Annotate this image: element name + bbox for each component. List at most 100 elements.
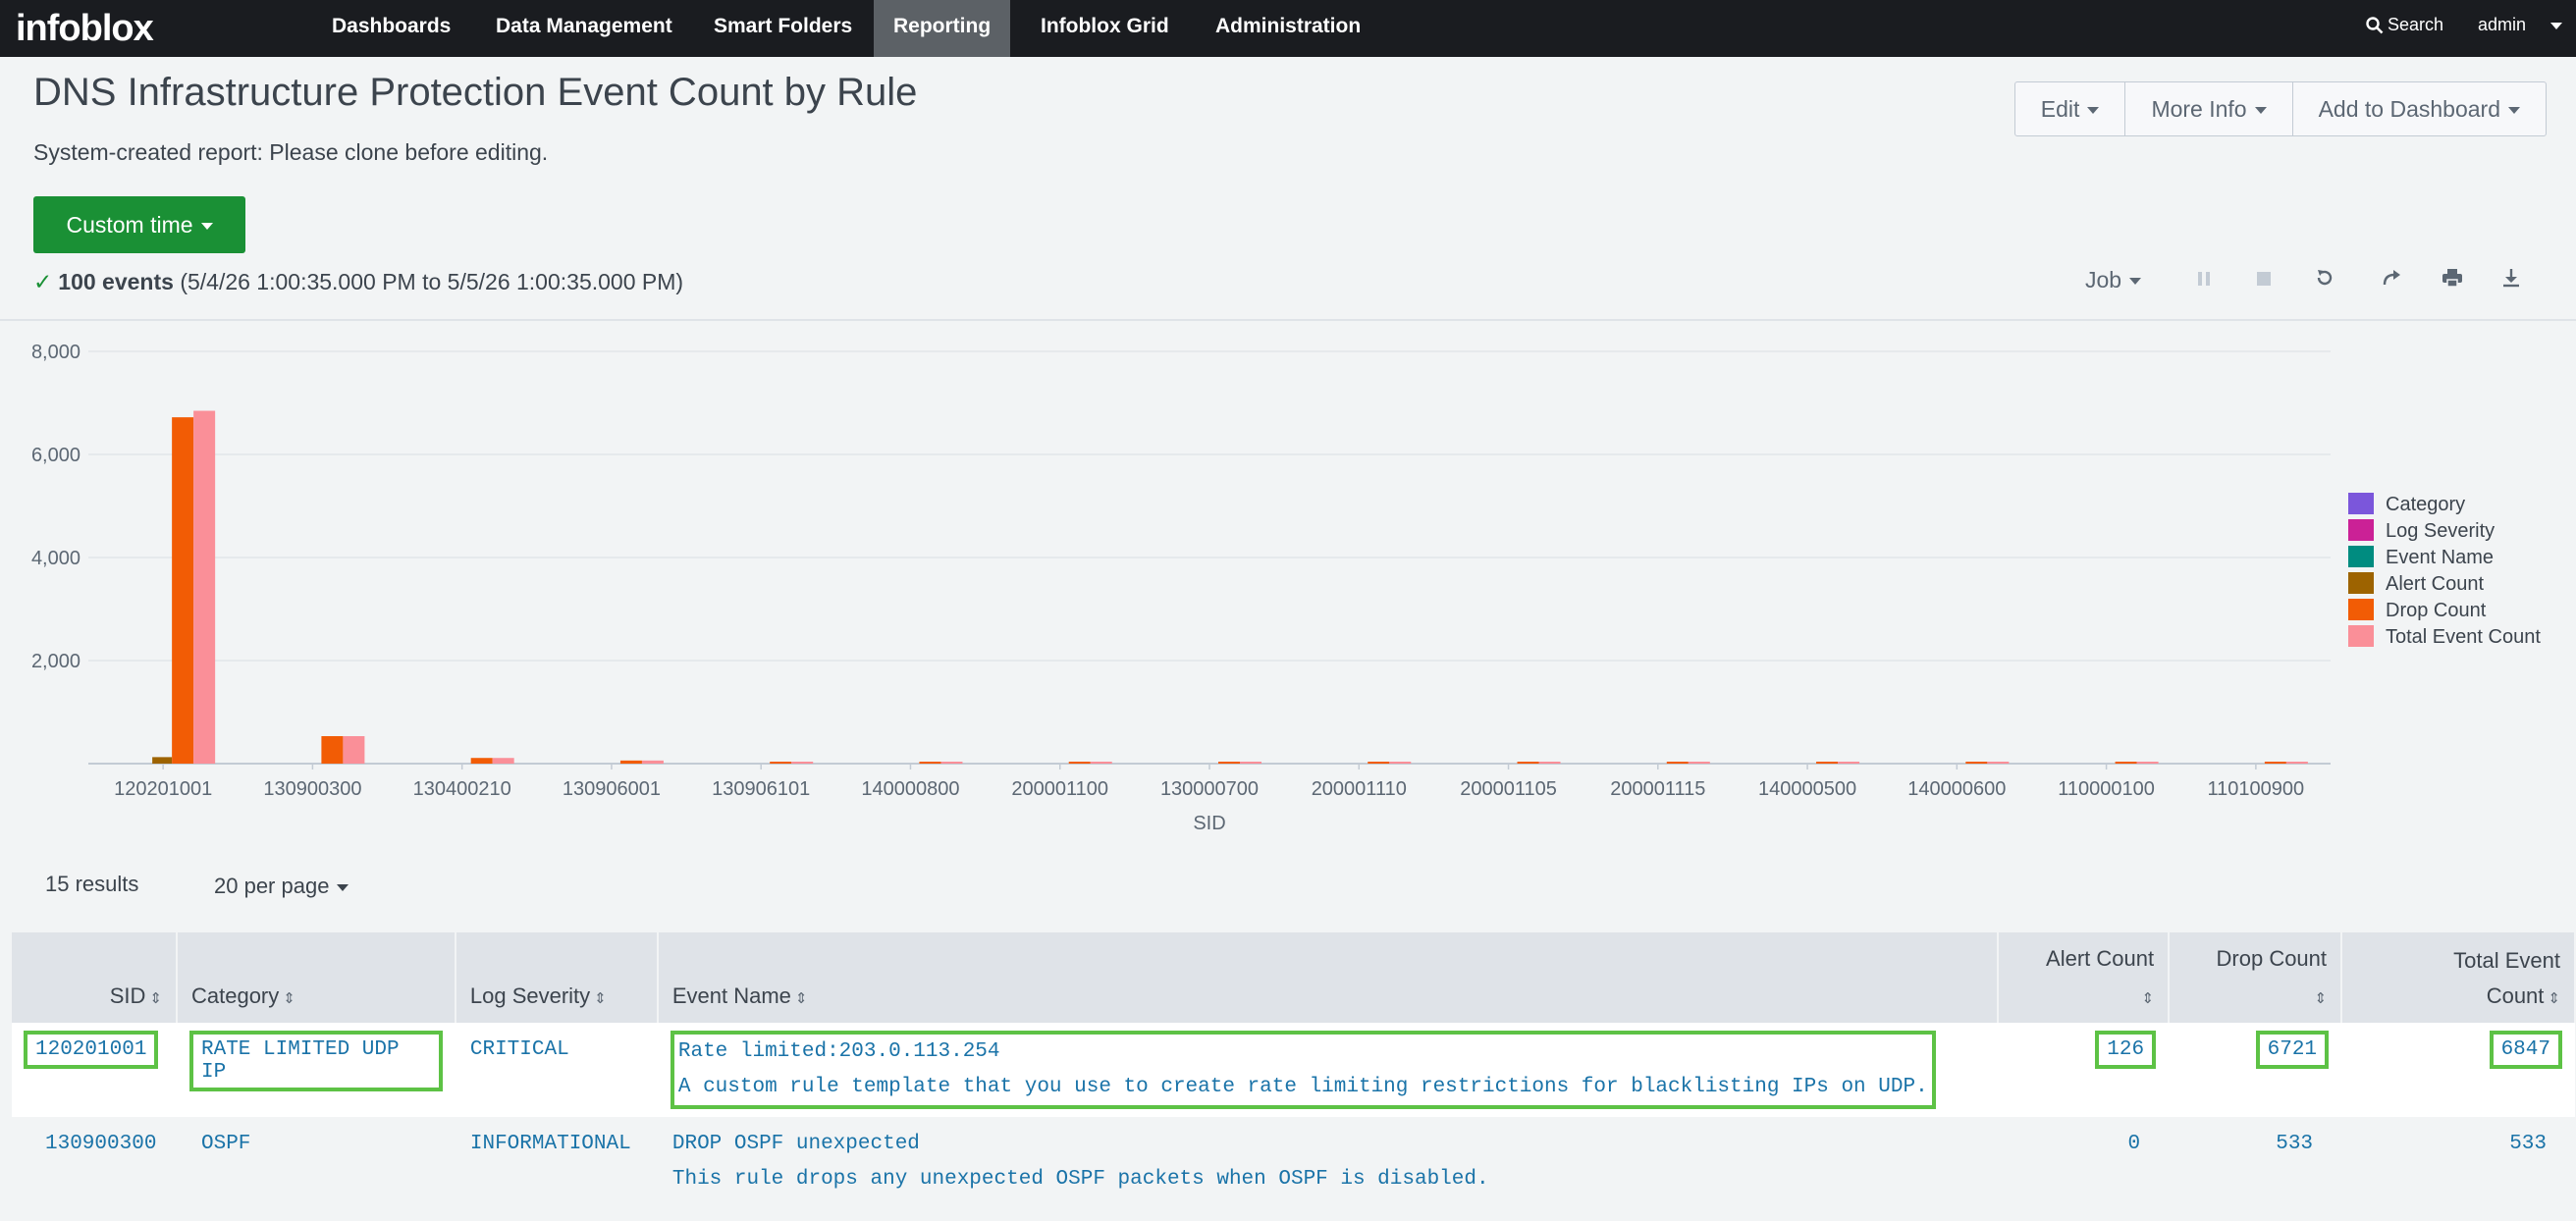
bar-drop-count [1068, 762, 1091, 764]
x-tick-label: 110100900 [2208, 778, 2305, 800]
cell-sid[interactable]: 130900300 [12, 1117, 177, 1207]
x-tick-label: 200001115 [1610, 778, 1705, 800]
event-name-box[interactable]: Rate limited:203.0.113.254 A custom rule … [670, 1031, 1936, 1109]
category-value[interactable]: RATE LIMITED UDP IP [188, 1031, 443, 1091]
cell-event-name[interactable]: DROP OSPF unexpected This rule drops any … [657, 1117, 1999, 1207]
x-tick-label: 200001100 [1011, 778, 1108, 800]
total-value[interactable]: 533 [2509, 1133, 2547, 1155]
nav-dashboards[interactable]: Dashboards [312, 0, 470, 57]
header-sid[interactable]: SID ⇕ [12, 932, 178, 1023]
header-alert-count[interactable]: Alert Count ⇕ [1998, 932, 2171, 1023]
bar-drop-count [172, 417, 194, 764]
cell-sid[interactable]: 120201001 [12, 1023, 177, 1117]
header-drop-count[interactable]: Drop Count ⇕ [2169, 932, 2343, 1023]
cell-log-severity[interactable]: INFORMATIONAL [455, 1117, 658, 1207]
bar-drop-count [1218, 762, 1240, 764]
legend-label: Total Event Count [2386, 626, 2541, 648]
sort-icon: ⇕ [794, 990, 808, 1007]
export-icon[interactable] [2496, 267, 2526, 294]
infoblox-logo[interactable]: infoblox [16, 8, 154, 50]
bar-total-event-count [1240, 762, 1261, 764]
sid-value[interactable]: 130900300 [45, 1133, 156, 1155]
log-severity-value[interactable]: INFORMATIONAL [470, 1133, 631, 1155]
user-name: admin [2478, 15, 2527, 34]
bar-drop-count [619, 760, 642, 764]
sid-value[interactable]: 120201001 [23, 1031, 159, 1069]
legend-swatch [2348, 599, 2374, 620]
table-row: 130900300 OSPF INFORMATIONAL DROP OSPF u… [12, 1117, 2575, 1207]
legend-swatch [2348, 519, 2374, 541]
cell-category[interactable]: RATE LIMITED UDP IP [176, 1023, 456, 1117]
header-log-severity[interactable]: Log Severity ⇕ [455, 932, 659, 1023]
event-name-value[interactable]: DROP OSPF unexpected [672, 1127, 1983, 1162]
refresh-icon[interactable] [2310, 267, 2339, 294]
header-category[interactable]: Category ⇕ [176, 932, 456, 1023]
stop-icon[interactable] [2249, 267, 2279, 294]
edit-button[interactable]: Edit [2015, 82, 2126, 135]
per-page-select[interactable]: 20 per page [214, 874, 349, 899]
share-icon[interactable] [2377, 267, 2406, 294]
legend-label: Event Name [2386, 547, 2494, 568]
cell-drop-count[interactable]: 6721 [2169, 1023, 2342, 1117]
alert-count-value[interactable]: 0 [2127, 1133, 2140, 1155]
event-name-value: Rate limited:203.0.113.254 [677, 1040, 1000, 1063]
bar-total-event-count [641, 760, 664, 764]
job-label: Job [2085, 267, 2122, 292]
nav-data-management[interactable]: Data Management [476, 0, 692, 57]
cell-alert-count[interactable]: 0 [1998, 1117, 2170, 1207]
bar-drop-count [1368, 762, 1390, 764]
print-icon[interactable] [2438, 267, 2467, 294]
header-log-severity-label: Log Severity [469, 983, 591, 1008]
results-table: SID ⇕ Category ⇕ Log Severity ⇕ Event Name ⇕… [12, 932, 2576, 1207]
sort-icon: ⇕ [2141, 990, 2155, 1007]
alert-count-value[interactable]: 126 [2095, 1031, 2157, 1069]
x-tick-label: 200001105 [1460, 778, 1557, 800]
more-info-button[interactable]: More Info [2125, 82, 2293, 135]
header-event-name-label: Event Name [671, 983, 791, 1008]
sort-icon: ⇕ [149, 990, 162, 1007]
nav-infoblox-grid[interactable]: Infoblox Grid [1021, 0, 1189, 57]
cell-event-name[interactable]: Rate limited:203.0.113.254 A custom rule … [657, 1023, 1999, 1117]
bar-drop-count [470, 758, 493, 764]
search-link[interactable]: Search [2366, 0, 2443, 57]
drop-count-value[interactable]: 533 [2276, 1133, 2313, 1155]
bar-drop-count [1965, 762, 1988, 764]
bar-total-event-count [193, 410, 216, 764]
log-severity-value[interactable]: CRITICAL [470, 1038, 569, 1061]
events-count[interactable]: 100 events [58, 269, 174, 294]
table-header-row: SID ⇕ Category ⇕ Log Severity ⇕ Event Name ⇕… [12, 932, 2576, 1023]
nav-reporting[interactable]: Reporting [874, 0, 1011, 57]
bar-total-event-count [1688, 762, 1710, 764]
chevron-down-icon [337, 883, 349, 891]
job-menu[interactable]: Job [2085, 267, 2142, 293]
x-tick-label: 140000500 [1758, 778, 1856, 800]
report-actions: Edit More Info Add to Dashboard [2013, 81, 2547, 136]
bar-total-event-count [791, 762, 814, 764]
category-value[interactable]: OSPF [201, 1133, 250, 1155]
total-value[interactable]: 6847 [2489, 1031, 2563, 1069]
top-nav: infoblox Dashboards Data Management Smar… [0, 0, 2576, 57]
user-menu[interactable]: admin [2478, 0, 2563, 57]
page-title: DNS Infrastructure Protection Event Coun… [33, 71, 918, 114]
bar-drop-count [919, 762, 941, 764]
cell-total[interactable]: 533 [2341, 1117, 2575, 1207]
header-total-event-count[interactable]: Total Event Count ⇕ [2341, 932, 2576, 1023]
bar-total-event-count [343, 736, 365, 764]
cell-alert-count[interactable]: 126 [1998, 1023, 2170, 1117]
sort-icon: ⇕ [2548, 990, 2560, 1007]
drop-count-value[interactable]: 6721 [2255, 1031, 2330, 1069]
header-event-name[interactable]: Event Name ⇕ [657, 932, 2000, 1023]
cell-log-severity[interactable]: CRITICAL [455, 1023, 658, 1117]
nav-smart-folders[interactable]: Smart Folders [694, 0, 872, 57]
pause-icon[interactable] [2189, 267, 2219, 294]
cell-total[interactable]: 6847 [2341, 1023, 2575, 1117]
header-drop-count-label: Drop Count [2216, 946, 2328, 971]
legend-swatch [2348, 493, 2374, 514]
add-to-dashboard-button[interactable]: Add to Dashboard [2293, 82, 2546, 135]
chevron-down-icon [200, 223, 213, 231]
bar-drop-count [770, 762, 792, 764]
custom-time-button[interactable]: Custom time [33, 196, 245, 253]
cell-category[interactable]: OSPF [176, 1117, 456, 1207]
cell-drop-count[interactable]: 533 [2169, 1117, 2342, 1207]
nav-administration[interactable]: Administration [1196, 0, 1380, 57]
